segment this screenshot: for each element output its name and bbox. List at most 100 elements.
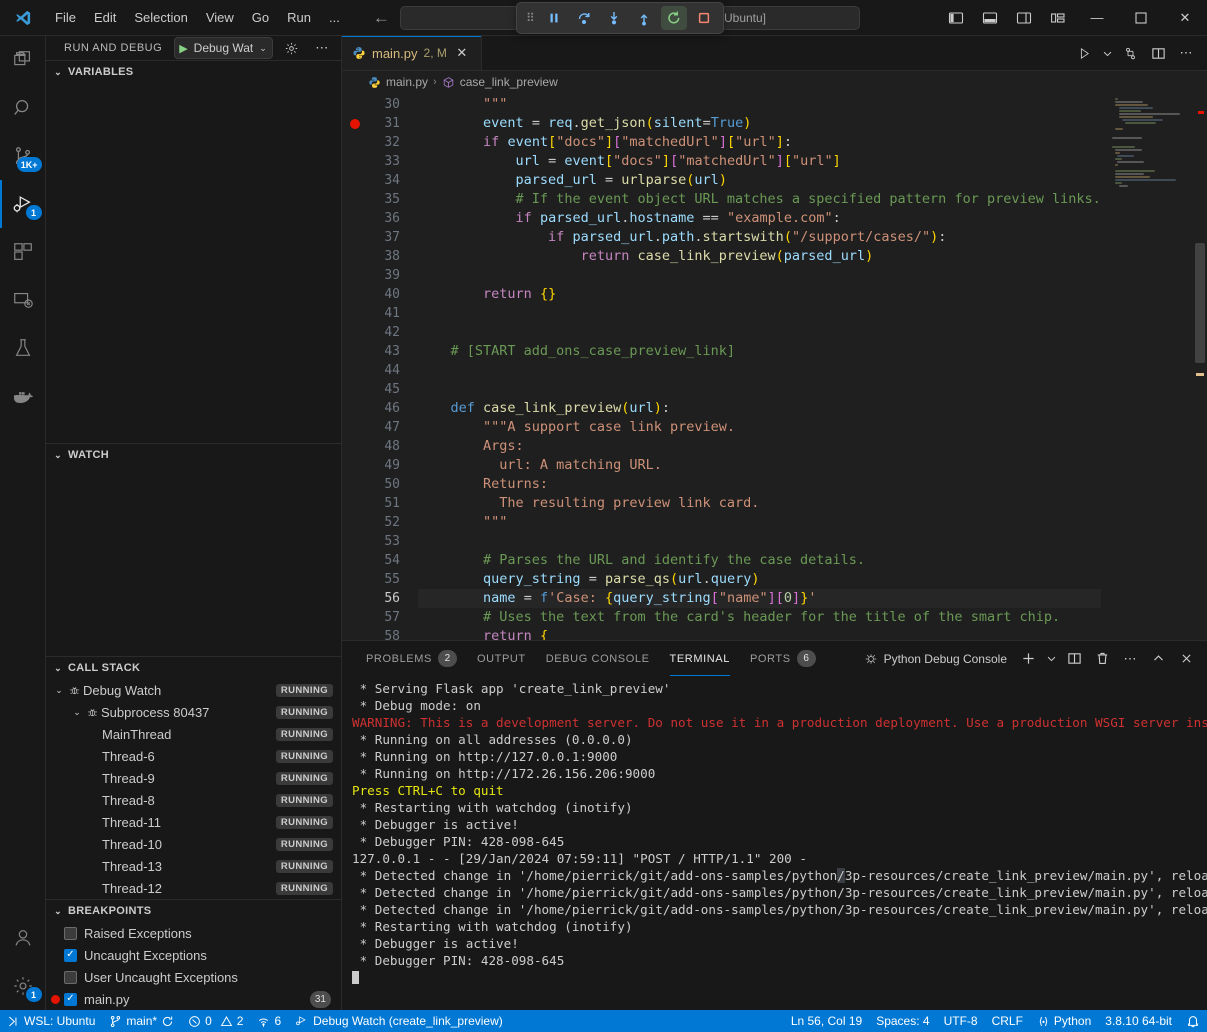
- breakpoint-marker[interactable]: [350, 119, 360, 129]
- code-line[interactable]: # If the event object URL matches a spec…: [418, 190, 1101, 209]
- debug-stop-button[interactable]: [691, 6, 717, 30]
- code-line[interactable]: [418, 304, 1101, 323]
- status-editor-language[interactable]: Python: [1030, 1010, 1098, 1032]
- status-editor-eol[interactable]: CRLF: [985, 1010, 1030, 1032]
- chevron-down-icon[interactable]: ⌄: [52, 685, 66, 696]
- menu-go[interactable]: Go: [243, 5, 278, 31]
- terminal-dropdown-icon[interactable]: [1043, 646, 1059, 672]
- status-editor-encoding[interactable]: UTF-8: [937, 1010, 985, 1032]
- code-line[interactable]: parsed_url = urlparse(url): [418, 171, 1101, 190]
- code-line[interactable]: # Parses the URL and identify the case d…: [418, 551, 1101, 570]
- line-number[interactable]: 44: [342, 361, 418, 380]
- line-number[interactable]: 39: [342, 266, 418, 285]
- line-number[interactable]: 57: [342, 608, 418, 627]
- line-number[interactable]: 41: [342, 304, 418, 323]
- code-line[interactable]: """: [418, 513, 1101, 532]
- line-number[interactable]: 53: [342, 532, 418, 551]
- new-terminal-icon[interactable]: [1015, 646, 1041, 672]
- code-line[interactable]: The resulting preview link card.: [418, 494, 1101, 513]
- line-number[interactable]: 37: [342, 228, 418, 247]
- breakpoints-pane-header[interactable]: ⌄ BREAKPOINTS: [46, 900, 341, 922]
- run-python-file-icon[interactable]: [1071, 38, 1097, 68]
- code-line[interactable]: # Uses the text from the card's header f…: [418, 608, 1101, 627]
- activity-item-run-and-debug[interactable]: 1: [0, 180, 46, 228]
- code-line[interactable]: query_string = parse_qs(url.query): [418, 570, 1101, 589]
- watch-pane-header[interactable]: ⌄ WATCH: [46, 444, 341, 466]
- line-number[interactable]: 52: [342, 513, 418, 532]
- call-stack-row[interactable]: Thread-10RUNNING: [46, 833, 341, 855]
- line-number[interactable]: 49: [342, 456, 418, 475]
- status-branch[interactable]: main*: [102, 1010, 181, 1032]
- line-number[interactable]: 47: [342, 418, 418, 437]
- activity-item-settings[interactable]: 1: [0, 962, 46, 1010]
- tab-terminal[interactable]: TERMINAL: [660, 641, 740, 676]
- menu-view[interactable]: View: [197, 5, 243, 31]
- line-number[interactable]: 33: [342, 152, 418, 171]
- line-number[interactable]: 32: [342, 133, 418, 152]
- code-line[interactable]: Returns:: [418, 475, 1101, 494]
- code-line[interactable]: [418, 361, 1101, 380]
- line-number[interactable]: 38: [342, 247, 418, 266]
- start-debugging-icon[interactable]: ▶: [179, 42, 187, 55]
- window-maximize-button[interactable]: [1119, 0, 1163, 35]
- code-line[interactable]: """: [418, 95, 1101, 114]
- call-stack-row[interactable]: MainThreadRUNNING: [46, 723, 341, 745]
- activity-item-accounts[interactable]: [0, 914, 46, 962]
- code-line[interactable]: [418, 532, 1101, 551]
- tab-problems[interactable]: PROBLEMS 2: [356, 641, 467, 676]
- activity-item-source-control[interactable]: 1K+: [0, 132, 46, 180]
- call-stack-row[interactable]: ⌄Subprocess 80437RUNNING: [46, 701, 341, 723]
- breakpoint-row[interactable]: Raised Exceptions: [46, 922, 341, 944]
- go-back-icon[interactable]: ←: [373, 9, 390, 26]
- call-stack-row[interactable]: Thread-12RUNNING: [46, 877, 341, 899]
- editor-tab-close-button[interactable]: ✕: [453, 45, 471, 61]
- line-number-gutter[interactable]: 3031323334353637383940414243444546474849…: [342, 93, 418, 640]
- status-ports[interactable]: 6: [250, 1010, 288, 1032]
- chevron-down-icon[interactable]: ⌄: [70, 707, 84, 718]
- menu-selection[interactable]: Selection: [125, 5, 196, 31]
- code-line[interactable]: # [START add_ons_case_preview_link]: [418, 342, 1101, 361]
- status-notifications[interactable]: [1179, 1010, 1207, 1032]
- breakpoint-row[interactable]: Uncaught Exceptions: [46, 944, 341, 966]
- debug-step-into-button[interactable]: [601, 6, 627, 30]
- line-number[interactable]: 50: [342, 475, 418, 494]
- tab-ports[interactable]: PORTS 6: [740, 641, 826, 676]
- activity-item-extensions[interactable]: [0, 228, 46, 276]
- breakpoint-checkbox[interactable]: [64, 927, 77, 940]
- code-line[interactable]: def case_link_preview(url):: [418, 399, 1101, 418]
- code-lines[interactable]: """ event = req.get_json(silent=True) if…: [418, 93, 1101, 640]
- debug-restart-button[interactable]: [661, 6, 687, 30]
- line-number[interactable]: 30: [342, 95, 418, 114]
- breakpoint-checkbox[interactable]: [64, 993, 77, 1006]
- status-editor-position[interactable]: Ln 56, Col 19: [784, 1010, 869, 1032]
- code-line[interactable]: if event["docs"]["matchedUrl"]["url"]:: [418, 133, 1101, 152]
- menu-run[interactable]: Run: [278, 5, 320, 31]
- drag-handle-icon[interactable]: ⠿: [523, 11, 537, 25]
- line-number[interactable]: 31: [342, 114, 418, 133]
- code-line[interactable]: event = req.get_json(silent=True): [418, 114, 1101, 133]
- line-number[interactable]: 36: [342, 209, 418, 228]
- tab-output[interactable]: OUTPUT: [467, 641, 536, 676]
- activity-item-docker[interactable]: [0, 372, 46, 420]
- code-line[interactable]: [418, 323, 1101, 342]
- line-number[interactable]: 51: [342, 494, 418, 513]
- menu-file[interactable]: File: [46, 5, 85, 31]
- code-line[interactable]: [418, 266, 1101, 285]
- code-line[interactable]: return {: [418, 627, 1101, 640]
- debug-step-out-button[interactable]: [631, 6, 657, 30]
- split-editor-icon[interactable]: [1145, 38, 1171, 68]
- line-number[interactable]: 45: [342, 380, 418, 399]
- line-number[interactable]: 43: [342, 342, 418, 361]
- line-number[interactable]: 42: [342, 323, 418, 342]
- menu-more[interactable]: ...: [320, 5, 349, 31]
- status-python-interpreter[interactable]: 3.8.10 64-bit: [1098, 1010, 1179, 1032]
- debug-step-over-button[interactable]: [571, 6, 597, 30]
- call-stack-row[interactable]: ⌄Debug WatchRUNNING: [46, 679, 341, 701]
- activity-item-explorer[interactable]: [0, 36, 46, 84]
- window-close-button[interactable]: ✕: [1163, 0, 1207, 35]
- code-line[interactable]: name = f'Case: {query_string["name"][0]}…: [418, 589, 1101, 608]
- line-number[interactable]: 35: [342, 190, 418, 209]
- panel-more-actions-icon[interactable]: ⋯: [1117, 646, 1143, 672]
- scrollbar-thumb[interactable]: [1195, 243, 1205, 363]
- maximize-panel-icon[interactable]: [1145, 646, 1171, 672]
